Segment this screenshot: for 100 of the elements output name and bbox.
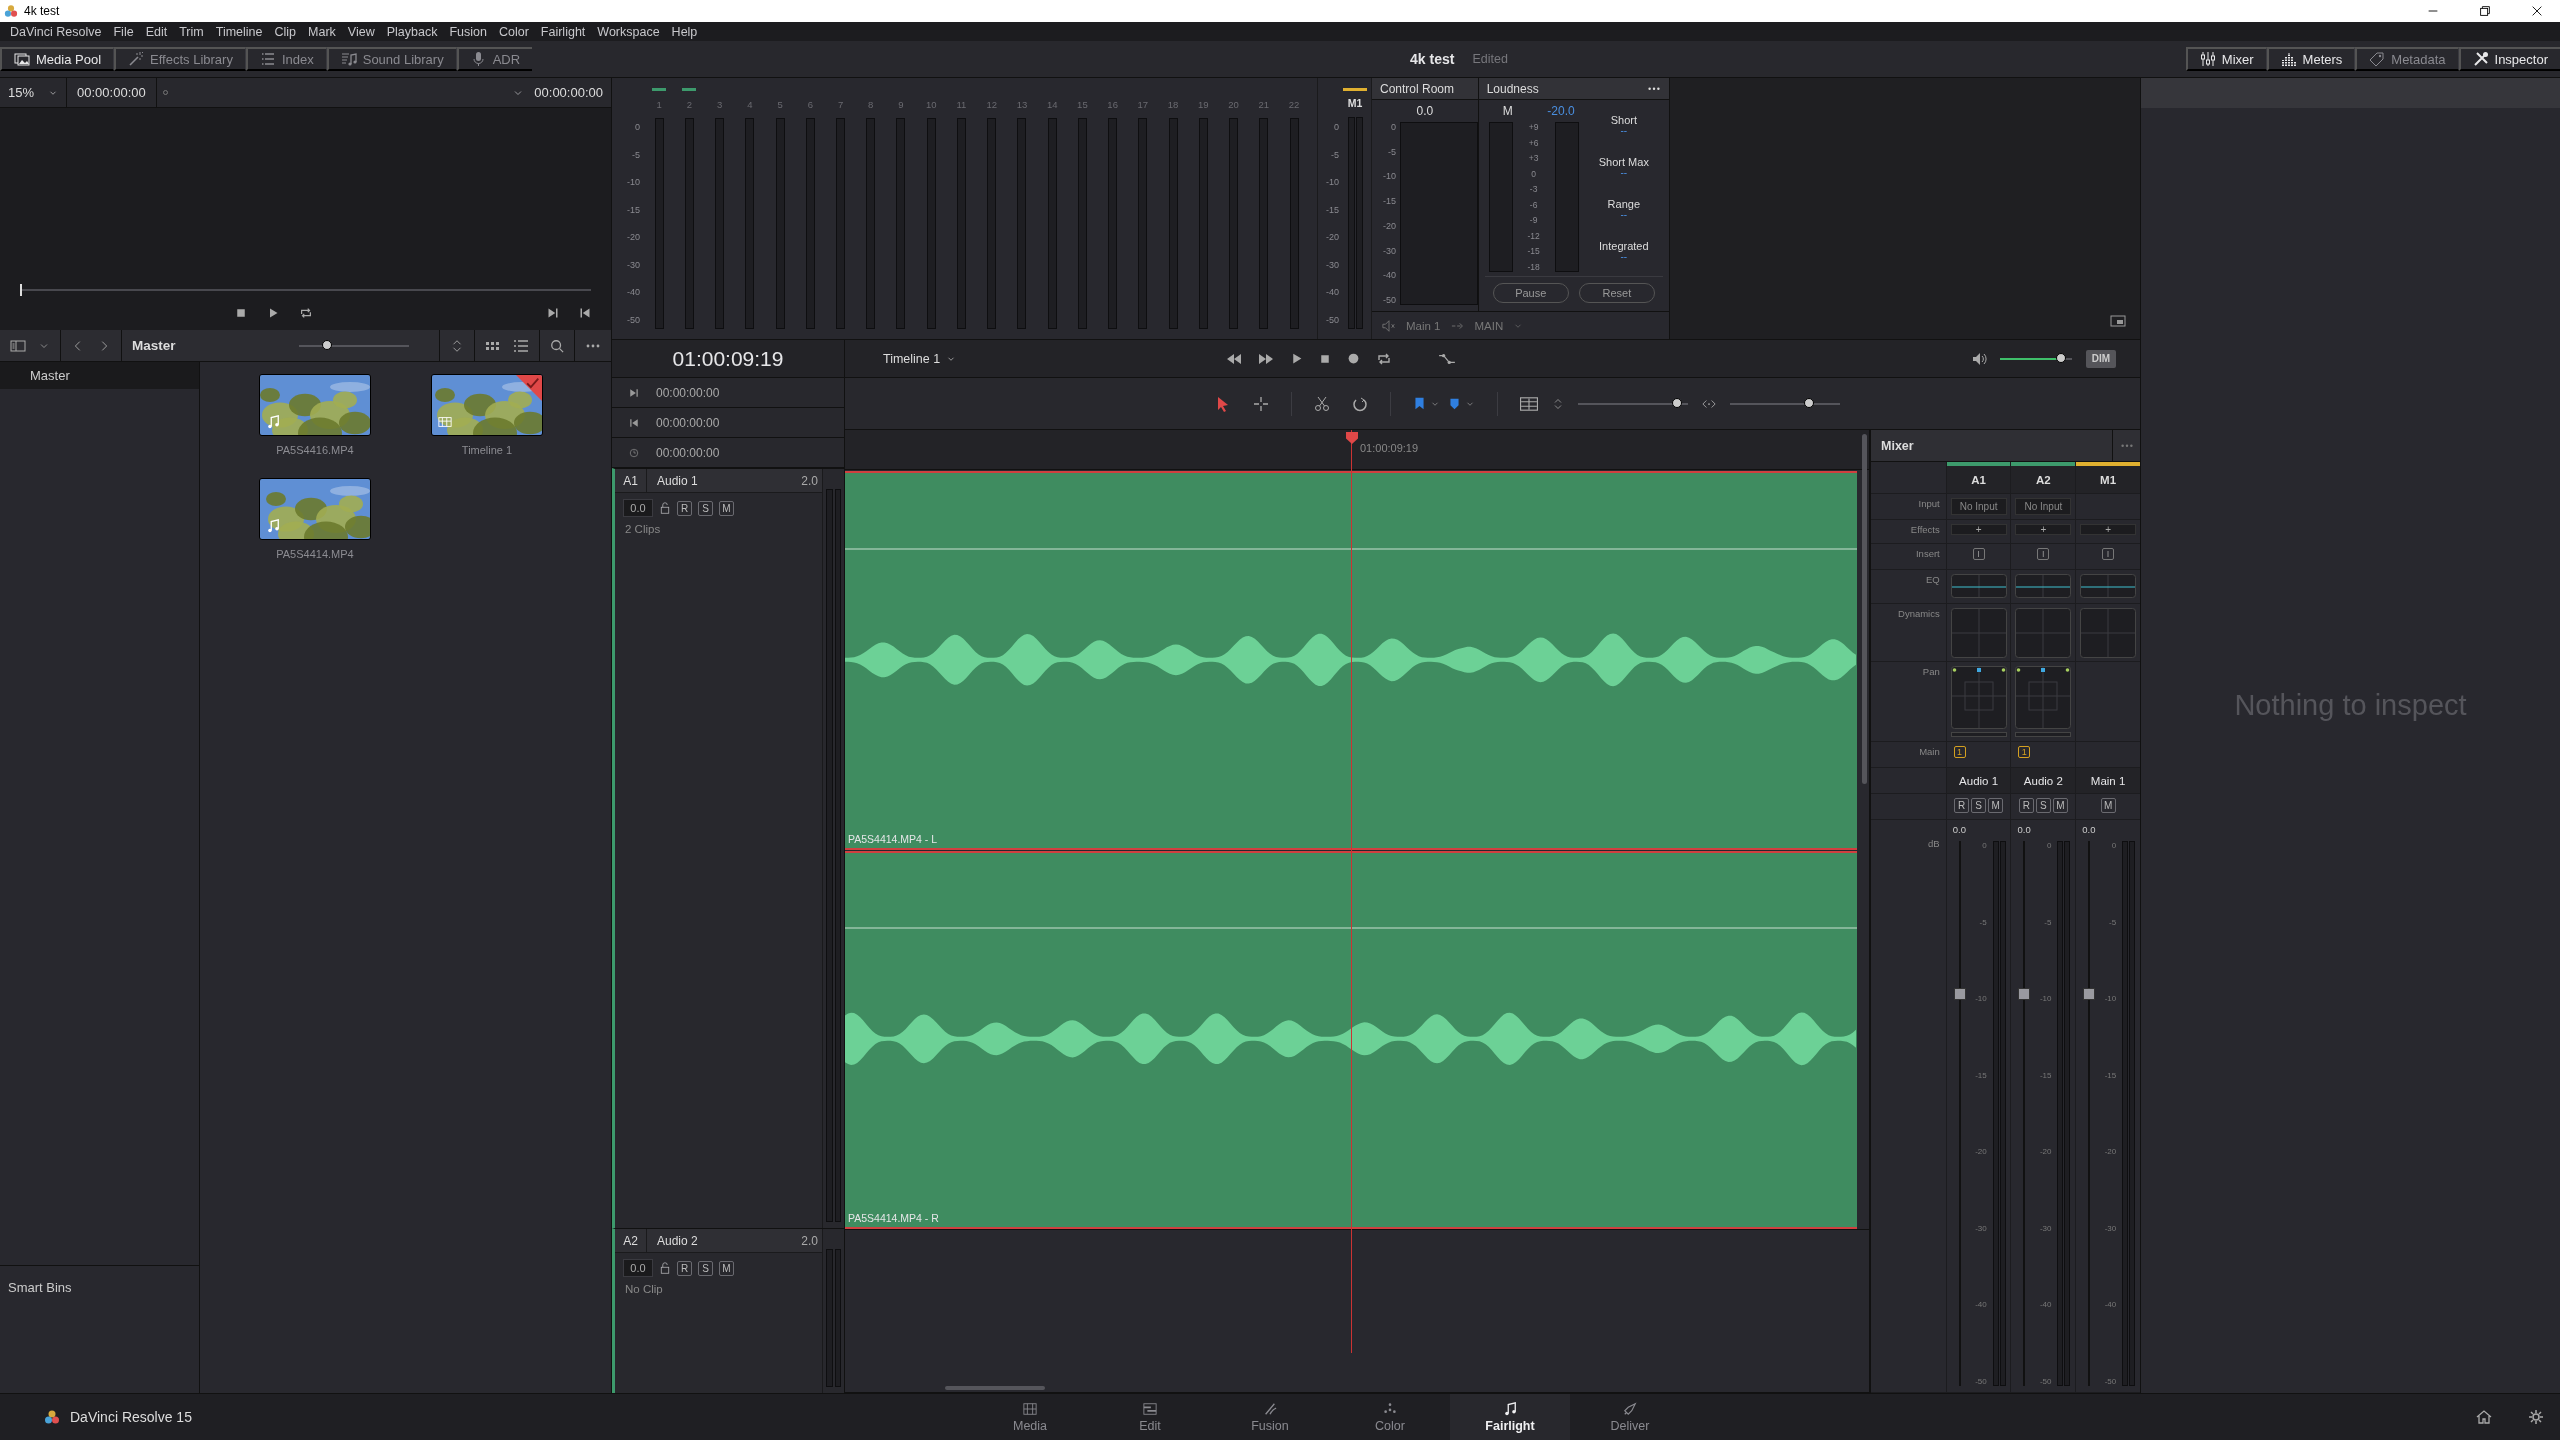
- menu-item[interactable]: Fusion: [443, 24, 493, 39]
- track-button[interactable]: R: [677, 500, 692, 516]
- bus-assign-button[interactable]: 1: [1953, 746, 1966, 758]
- sort-button[interactable]: [450, 338, 464, 353]
- panel-toggle[interactable]: Sound Library: [326, 47, 457, 71]
- menu-item[interactable]: Mark: [302, 24, 342, 39]
- track-button[interactable]: M: [719, 500, 734, 516]
- panel-toggle[interactable]: Meters: [2266, 47, 2356, 71]
- page-tab[interactable]: Deliver: [1570, 1394, 1690, 1440]
- stop-button[interactable]: [234, 307, 247, 319]
- volume-field[interactable]: 0.0: [623, 499, 653, 517]
- scale-label: -30: [2038, 1223, 2052, 1233]
- strip-button[interactable]: M: [2052, 798, 2068, 813]
- scale-label: -40: [1974, 1300, 1987, 1310]
- search-button[interactable]: [550, 338, 564, 353]
- panel-toggle[interactable]: Mixer: [2185, 47, 2267, 71]
- track-button[interactable]: M: [719, 1260, 734, 1276]
- add-effect-button[interactable]: +: [1950, 524, 2007, 535]
- level-reading: 0.0: [1415, 104, 1435, 118]
- marker-button[interactable]: [1448, 397, 1461, 410]
- clip-thumbnail[interactable]: Timeline 1: [402, 374, 572, 478]
- clip-thumbnail[interactable]: PA5S4416.MP4: [230, 374, 400, 478]
- add-effect-button[interactable]: +: [2015, 524, 2072, 535]
- menu-item[interactable]: Color: [492, 24, 535, 39]
- meter-button[interactable]: Pause: [1492, 283, 1569, 303]
- track-button[interactable]: S: [698, 500, 713, 516]
- menu-item[interactable]: Clip: [268, 24, 303, 39]
- panel-toggle[interactable]: Index: [245, 47, 327, 71]
- bin-item[interactable]: Master: [0, 362, 199, 389]
- track-button[interactable]: S: [698, 1260, 713, 1276]
- strip-button[interactable]: M: [1988, 798, 2004, 813]
- menu-item[interactable]: Fairlight: [534, 24, 592, 39]
- strip-button[interactable]: M: [2100, 798, 2116, 813]
- panel-toggle[interactable]: ADR: [456, 47, 533, 71]
- lock-button[interactable]: [659, 502, 671, 514]
- eq-graph[interactable]: [1950, 574, 2007, 598]
- eq-graph[interactable]: [2080, 574, 2137, 598]
- flag-button[interactable]: [1413, 397, 1426, 410]
- dim-button[interactable]: DIM: [2085, 349, 2116, 368]
- zoom-dropdown[interactable]: 15%: [0, 78, 68, 107]
- panel-toggle[interactable]: Media Pool: [0, 47, 115, 71]
- menu-item[interactable]: Timeline: [209, 24, 269, 39]
- more-button[interactable]: [585, 343, 601, 348]
- track-layout-button[interactable]: [1520, 394, 1538, 413]
- pop-out-button[interactable]: [2110, 313, 2126, 329]
- menu-item[interactable]: Trim: [173, 24, 210, 39]
- strip-button[interactable]: R: [2018, 798, 2034, 813]
- track-height-button[interactable]: [1552, 397, 1564, 410]
- home-button[interactable]: [2476, 1409, 2492, 1425]
- menu-item[interactable]: Workspace: [591, 24, 666, 39]
- skip-to-start-button[interactable]: [579, 307, 591, 319]
- input-selector[interactable]: No Input: [1950, 498, 2007, 515]
- range-tool-button[interactable]: [1253, 395, 1269, 412]
- volume-field[interactable]: 0.0: [623, 1259, 653, 1277]
- page-tab[interactable]: Color: [1330, 1394, 1450, 1440]
- record-button[interactable]: [1347, 352, 1361, 365]
- insert-button[interactable]: I: [2037, 548, 2050, 560]
- strip-button[interactable]: S: [1971, 798, 1987, 813]
- page-tab[interactable]: Media: [970, 1394, 1090, 1440]
- scissors-button[interactable]: [1314, 395, 1330, 412]
- loop-button[interactable]: [298, 306, 313, 320]
- play-icon: [1290, 352, 1304, 365]
- page-tab[interactable]: Edit: [1090, 1394, 1210, 1440]
- play-button[interactable]: [1290, 352, 1304, 365]
- menu-item[interactable]: File: [107, 24, 140, 39]
- lock-button[interactable]: [659, 1262, 671, 1274]
- clip-name: Timeline 1: [461, 444, 513, 456]
- add-effect-button[interactable]: +: [2080, 524, 2137, 535]
- scrollbar[interactable]: [945, 1386, 1045, 1390]
- scrollbar[interactable]: [1862, 434, 1867, 784]
- bus-assign-button[interactable]: 1: [2018, 746, 2031, 758]
- menu-item[interactable]: Playback: [380, 24, 444, 39]
- page-tab[interactable]: Fusion: [1210, 1394, 1330, 1440]
- snap-button[interactable]: [1352, 395, 1368, 412]
- insert-button[interactable]: I: [1972, 548, 1985, 560]
- channel-number: 5: [777, 99, 783, 110]
- panel-toggle[interactable]: Effects Library: [114, 47, 246, 71]
- page-tab[interactable]: Fairlight: [1450, 1394, 1570, 1440]
- track-button[interactable]: R: [677, 1260, 692, 1276]
- eq-graph[interactable]: [2015, 574, 2072, 598]
- menu-item[interactable]: View: [341, 24, 381, 39]
- strip-button[interactable]: S: [2035, 798, 2051, 813]
- panel-toggle[interactable]: Metadata: [2355, 47, 2459, 71]
- input-selector[interactable]: No Input: [2015, 498, 2072, 515]
- strip-button[interactable]: R: [1954, 798, 1970, 813]
- panel-toggle[interactable]: Inspector: [2458, 47, 2560, 71]
- scale-label: -5: [631, 149, 640, 160]
- settings-button[interactable]: [2528, 1409, 2544, 1425]
- menu-item[interactable]: Edit: [139, 24, 174, 39]
- stop-button[interactable]: [1319, 352, 1332, 365]
- scale-label: -5: [1387, 146, 1396, 157]
- menu-item[interactable]: Help: [665, 24, 704, 39]
- skip-to-end-button[interactable]: [547, 307, 559, 319]
- more-button[interactable]: [1647, 86, 1661, 91]
- clip-thumbnail[interactable]: PA5S4414.MP4: [230, 478, 400, 582]
- timeline-dropdown[interactable]: Timeline 1: [883, 351, 957, 366]
- menu-item[interactable]: DaVinci Resolve: [4, 24, 108, 39]
- meter-button[interactable]: Reset: [1578, 283, 1655, 303]
- list-view-button[interactable]: [513, 337, 529, 354]
- bin-panel-button[interactable]: [10, 337, 26, 354]
